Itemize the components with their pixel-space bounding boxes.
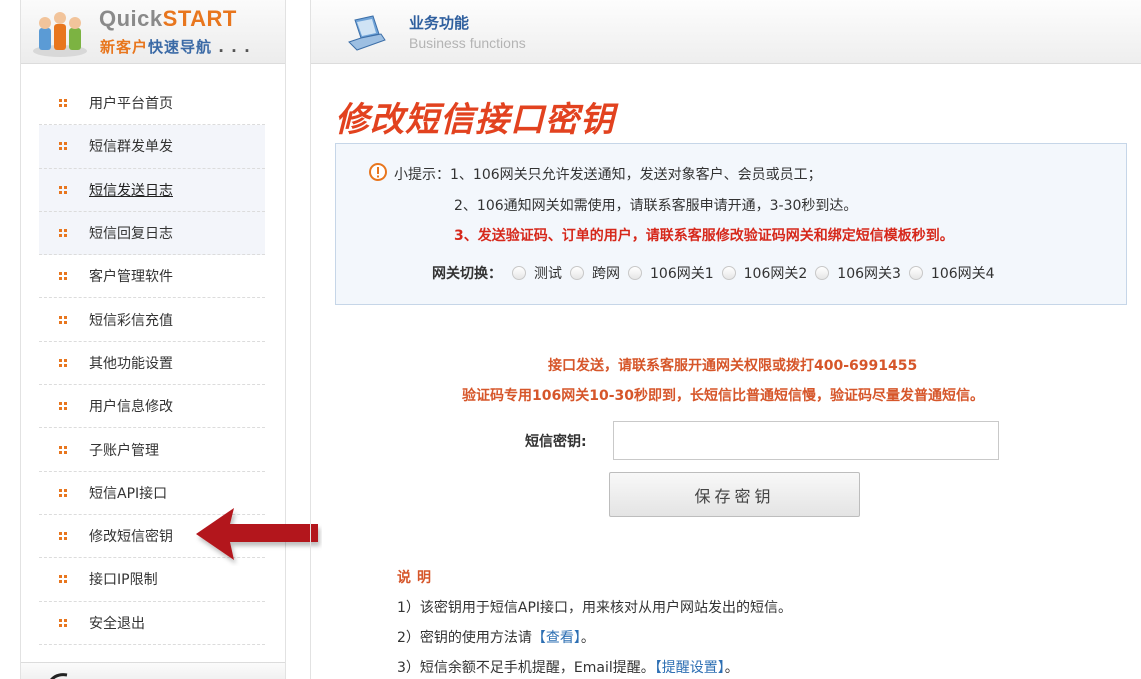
- description-title: 说明: [397, 570, 437, 586]
- section-title: 业务功能: [409, 14, 470, 32]
- pointer-arrow-icon: [196, 508, 318, 560]
- sidebar-item-recharge[interactable]: 短信彩信充值: [39, 298, 265, 342]
- bullet-icon: [59, 532, 67, 541]
- sidebar: QuickSTART 新客户快速导航 . . . 用户平台首页 短信群发单发 短…: [20, 0, 286, 679]
- sidebar-item-logout[interactable]: 安全退出: [39, 602, 265, 645]
- gateway-option-cross-net[interactable]: 跨网: [570, 263, 620, 283]
- key-label: 短信密钥:: [525, 434, 587, 450]
- sidebar-item-label: 客户管理软件: [89, 269, 173, 286]
- bullet-icon: [59, 272, 67, 281]
- gateway-option-106-2[interactable]: 106网关2: [721, 263, 808, 283]
- subtitle-quick-nav: 快速导航: [148, 38, 213, 56]
- gateway-option-label: 测试: [534, 266, 562, 282]
- laptop-icon: [348, 15, 386, 51]
- bullet-icon: [59, 185, 67, 194]
- radio-button[interactable]: [570, 266, 584, 280]
- bullet-icon: [59, 575, 67, 584]
- tips-panel: 小提示：1、106网关只允许发送通知，发送对象客户、会员或员工； 2、106通知…: [335, 143, 1127, 305]
- gateway-switch: 网关切换： 测试 跨网 106网关1 106网关2 106网关3 106网关4: [432, 263, 1003, 283]
- sidebar-item-label: 其他功能设置: [89, 355, 173, 372]
- bullet-icon: [59, 618, 67, 627]
- section-subtitle: Business functions: [409, 35, 526, 51]
- sidebar-item-label: 短信发送日志: [89, 182, 173, 199]
- warning-icon: [369, 163, 387, 181]
- sidebar-item-label: 短信API接口: [89, 485, 168, 502]
- quickstart-subtitle: 新客户快速导航 . . .: [100, 36, 251, 57]
- sidebar-item-sub-accounts[interactable]: 子账户管理: [39, 428, 265, 472]
- sidebar-item-label: 短信彩信充值: [89, 312, 173, 329]
- bullet-icon: [59, 358, 67, 367]
- sidebar-item-user-info[interactable]: 用户信息修改: [39, 385, 265, 429]
- sidebar-item-label: 短信回复日志: [89, 226, 173, 243]
- reminder-settings-link[interactable]: 【提醒设置】: [655, 660, 725, 676]
- save-key-button[interactable]: 保存密钥: [609, 472, 860, 517]
- radio-button[interactable]: [628, 266, 642, 280]
- page-title: 修改短信接口密钥: [335, 100, 615, 140]
- gateway-option-106-3[interactable]: 106网关3: [815, 263, 901, 283]
- brand-quick: Quick: [99, 6, 163, 31]
- subtitle-dots: . . .: [212, 38, 251, 56]
- description-line-2: 2）密钥的使用方法请【查看】。: [397, 627, 595, 647]
- sidebar-item-reply-log[interactable]: 短信回复日志: [39, 211, 265, 256]
- bullet-icon: [59, 488, 67, 497]
- description-text: 3）短信余额不足手机提醒，Email提醒。: [397, 660, 655, 676]
- sidebar-item-label: 短信群发单发: [89, 139, 173, 156]
- sidebar-item-label: 安全退出: [89, 615, 145, 632]
- brand-start: START: [162, 6, 237, 31]
- tip-line-1: 小提示：1、106网关只允许发送通知，发送对象客户、会员或员工；: [394, 167, 822, 183]
- description-text: 2）密钥的使用方法请: [397, 630, 532, 646]
- sidebar-item-label: 用户平台首页: [89, 96, 173, 113]
- gateway-option-label: 106网关3: [837, 266, 901, 282]
- bullet-icon: [59, 402, 67, 411]
- bullet-icon: [59, 229, 67, 238]
- sidebar-item-send-log[interactable]: 短信发送日志: [39, 168, 265, 212]
- view-usage-link[interactable]: 【查看】: [532, 630, 581, 646]
- sms-key-input[interactable]: [613, 421, 999, 460]
- radio-button[interactable]: [815, 266, 830, 280]
- sidebar-item-other-settings[interactable]: 其他功能设置: [39, 342, 265, 386]
- description-line-3: 3）短信余额不足手机提醒，Email提醒。【提醒设置】。: [397, 657, 739, 677]
- sidebar-item-crm[interactable]: 客户管理软件: [39, 255, 265, 299]
- quickstart-header: QuickSTART 新客户快速导航 . . .: [21, 0, 285, 64]
- description-text: 。: [724, 660, 739, 676]
- phone-icon: [50, 673, 68, 679]
- main-header: 业务功能 Business functions: [311, 0, 1141, 64]
- gateway-option-label: 106网关2: [743, 266, 808, 282]
- notice-line-1: 接口发送，请联系客服开通网关权限或拨打400-6991455: [548, 358, 918, 374]
- gateway-option-106-1[interactable]: 106网关1: [628, 263, 714, 283]
- radio-button[interactable]: [908, 266, 923, 280]
- quickstart-title: QuickSTART: [99, 6, 237, 32]
- gateway-option-label: 106网关4: [930, 266, 995, 282]
- main-content: 业务功能 Business functions 修改短信接口密钥 小提示：1、1…: [310, 0, 1141, 679]
- sidebar-item-label: 用户信息修改: [89, 399, 173, 416]
- bullet-icon: [59, 99, 67, 108]
- sidebar-item-label: 修改短信密钥: [89, 529, 173, 546]
- notice-line-2: 验证码专用106网关10-30秒即到，长短信比普通短信慢，验证码尽量发普通短信。: [462, 388, 984, 404]
- radio-button[interactable]: [721, 266, 736, 280]
- radio-button[interactable]: [512, 266, 526, 280]
- sidebar-bottom-panel: [21, 662, 285, 679]
- bullet-icon: [59, 315, 67, 324]
- bullet-icon: [59, 445, 67, 454]
- sidebar-item-home[interactable]: 用户平台首页: [39, 82, 265, 126]
- gateway-option-label: 跨网: [592, 266, 620, 282]
- gateway-option-label: 106网关1: [650, 266, 714, 282]
- tip-line-2: 2、106通知网关如需使用，请联系客服申请开通，3-30秒到达。: [454, 198, 858, 214]
- gateway-label: 网关切换：: [432, 266, 502, 282]
- tip-line-3: 3、发送验证码、订单的用户，请联系客服修改验证码网关和绑定短信模板秒到。: [454, 228, 954, 244]
- gateway-option-106-4[interactable]: 106网关4: [908, 263, 995, 283]
- sidebar-item-label: 接口IP限制: [89, 572, 158, 589]
- bullet-icon: [59, 142, 67, 151]
- description-line-1: 1）该密钥用于短信API接口，用来核对从用户网站发出的短信。: [397, 600, 793, 616]
- gateway-option-test[interactable]: 测试: [512, 263, 562, 283]
- description-text: 。: [580, 630, 595, 646]
- subtitle-new-customer: 新客户: [100, 38, 149, 56]
- sidebar-item-sms-send[interactable]: 短信群发单发: [39, 125, 265, 169]
- sidebar-item-label: 子账户管理: [89, 442, 159, 459]
- people-group-icon: [33, 12, 87, 57]
